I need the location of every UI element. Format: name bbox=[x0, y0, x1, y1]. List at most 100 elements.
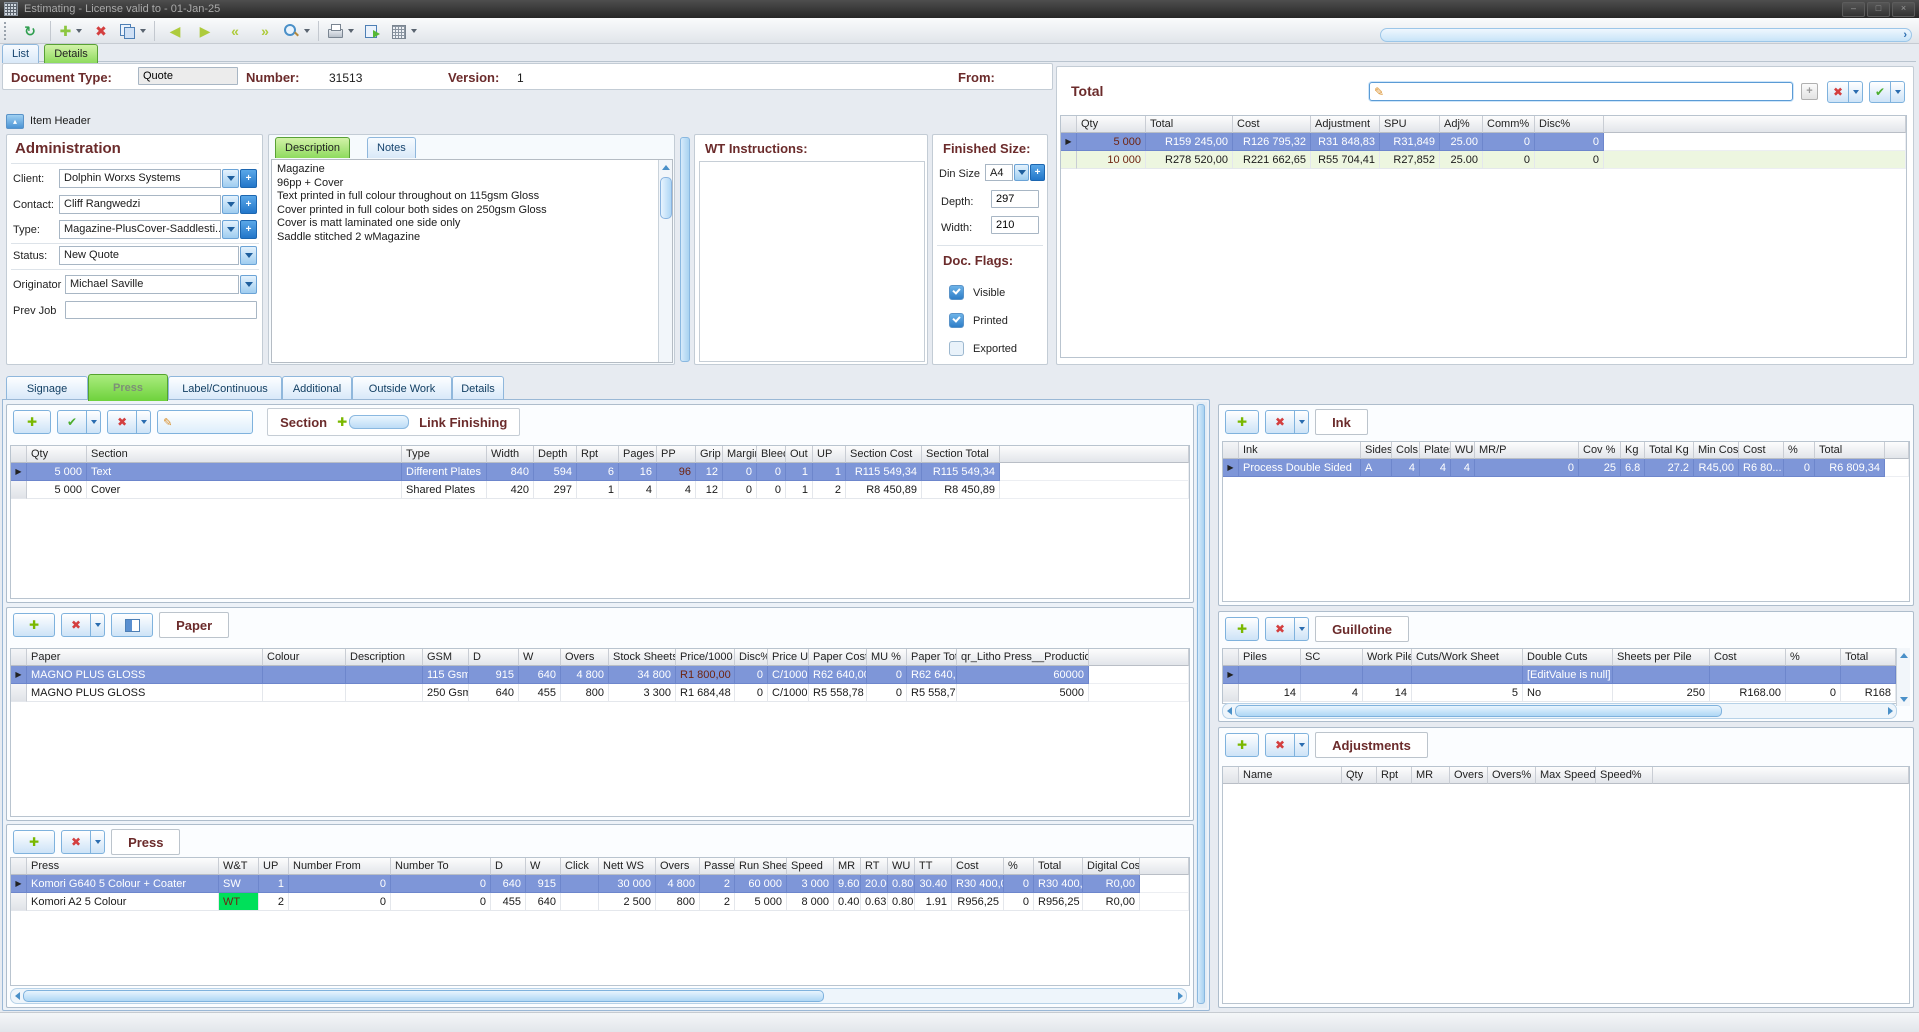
grid-cell[interactable]: 30 000 bbox=[599, 875, 656, 893]
grid-cell[interactable]: 12 bbox=[696, 481, 723, 499]
column-header[interactable]: Min Cost bbox=[1694, 442, 1739, 459]
grid-cell[interactable]: 0 bbox=[289, 893, 391, 911]
document-type-input[interactable] bbox=[138, 67, 238, 85]
grid-cell[interactable]: 1 bbox=[259, 875, 289, 893]
grid-cell[interactable]: 0 bbox=[1535, 151, 1604, 169]
grid-cell[interactable]: 14 bbox=[1363, 684, 1412, 702]
add-paper-button[interactable]: ✚ bbox=[13, 613, 55, 637]
maximize-button[interactable]: □ bbox=[1867, 2, 1890, 17]
column-header[interactable]: Section Cost bbox=[846, 446, 922, 463]
column-header[interactable]: Paper bbox=[27, 649, 263, 666]
column-header[interactable]: Cuts/Work Sheet bbox=[1412, 649, 1523, 666]
grid-cell[interactable] bbox=[1412, 666, 1523, 684]
print-icon[interactable] bbox=[325, 20, 356, 42]
grid-cell[interactable]: 0 bbox=[1535, 133, 1604, 151]
chevron-down-icon[interactable] bbox=[222, 169, 239, 188]
grid-cell[interactable]: R8 450,89 bbox=[922, 481, 1000, 499]
grid-cell[interactable] bbox=[1841, 666, 1896, 684]
search-icon[interactable] bbox=[281, 20, 312, 42]
column-header[interactable]: TT bbox=[915, 858, 952, 875]
column-header[interactable]: % bbox=[1004, 858, 1034, 875]
link-finishing-control[interactable]: ✚ bbox=[337, 415, 409, 429]
table-row[interactable]: ▶Komori G640 5 Colour + CoaterSW10064091… bbox=[11, 875, 1189, 893]
grid-cell[interactable]: R27,852 bbox=[1380, 151, 1440, 169]
column-header[interactable]: Cost bbox=[1710, 649, 1786, 666]
client-combo[interactable]: Dolphin Worxs Systems + bbox=[59, 169, 257, 188]
collapse-item-header-button[interactable]: ▴ bbox=[6, 114, 24, 129]
grid-cell[interactable]: 455 bbox=[519, 684, 561, 702]
add-din-size-button[interactable]: + bbox=[1030, 164, 1045, 181]
column-header[interactable]: Overs bbox=[656, 858, 700, 875]
column-header[interactable]: GSM bbox=[423, 649, 469, 666]
grid-cell[interactable]: 0 bbox=[757, 481, 786, 499]
delete-paper-button[interactable]: ✖ bbox=[61, 613, 105, 637]
grid-cell[interactable]: [EditValue is null] bbox=[1523, 666, 1613, 684]
grid-cell[interactable]: 25 bbox=[1579, 459, 1621, 477]
vertical-splitter[interactable] bbox=[680, 137, 690, 362]
grid-cell[interactable]: C/1000 bbox=[768, 666, 809, 684]
wt-instructions-textarea[interactable] bbox=[699, 161, 925, 362]
grid-cell[interactable]: 12 bbox=[696, 463, 723, 481]
scroll-down-icon[interactable] bbox=[1897, 692, 1910, 706]
chevron-down-icon[interactable] bbox=[222, 195, 239, 214]
row-indicator[interactable] bbox=[11, 481, 27, 499]
grid-cell[interactable]: R62 640,00 bbox=[809, 666, 867, 684]
grid-cell[interactable]: Komori A2 5 Colour bbox=[27, 893, 219, 911]
contact-value[interactable]: Cliff Rangwedzi bbox=[59, 195, 221, 214]
column-header[interactable]: MR bbox=[834, 858, 861, 875]
delete-press-button[interactable]: ✖ bbox=[61, 830, 105, 854]
row-indicator[interactable]: ▶ bbox=[1223, 459, 1239, 477]
originator-combo[interactable]: Michael Saville bbox=[65, 275, 257, 294]
grid-cell[interactable]: 60000 bbox=[957, 666, 1089, 684]
column-header[interactable]: Pages bbox=[619, 446, 657, 463]
grid-cell[interactable] bbox=[346, 684, 423, 702]
add-press-button[interactable]: ✚ bbox=[13, 830, 55, 854]
grid-cell[interactable]: 16 bbox=[619, 463, 657, 481]
column-header[interactable]: WU bbox=[888, 858, 915, 875]
din-size-value[interactable]: A4 bbox=[985, 164, 1013, 181]
grid-cell[interactable]: Komori G640 5 Colour + Coater bbox=[27, 875, 219, 893]
row-indicator[interactable] bbox=[11, 684, 27, 702]
table-row[interactable]: 5 000CoverShared Plates420297144120012R8… bbox=[11, 481, 1189, 499]
total-filter-input[interactable]: ✎ bbox=[1369, 82, 1793, 101]
grid-cell[interactable]: 4 800 bbox=[656, 875, 700, 893]
grid-cell[interactable] bbox=[263, 684, 346, 702]
add-section-button[interactable]: ✚ bbox=[13, 410, 51, 434]
grid-cell[interactable]: 3 300 bbox=[609, 684, 676, 702]
row-indicator[interactable] bbox=[1061, 151, 1077, 169]
grid-cell[interactable]: R5 558,78 bbox=[907, 684, 957, 702]
column-header[interactable]: WU bbox=[1451, 442, 1475, 459]
table-row[interactable]: MAGNO PLUS GLOSS250 Gsm6404558003 300R1 … bbox=[11, 684, 1189, 702]
column-header[interactable]: Plates bbox=[1420, 442, 1451, 459]
grid-cell[interactable]: R30 400,00 bbox=[952, 875, 1004, 893]
column-header[interactable]: Grip bbox=[696, 446, 723, 463]
column-header[interactable]: Speed bbox=[787, 858, 834, 875]
status-value[interactable]: New Quote bbox=[59, 246, 239, 265]
grid-cell[interactable] bbox=[1239, 666, 1301, 684]
grid-cell[interactable]: 0 bbox=[723, 481, 757, 499]
column-header[interactable]: Press bbox=[27, 858, 219, 875]
grid-cell[interactable]: MAGNO PLUS GLOSS bbox=[27, 684, 263, 702]
grid-cell[interactable]: 250 bbox=[1613, 684, 1710, 702]
row-indicator[interactable]: ▶ bbox=[11, 463, 27, 481]
column-header[interactable]: Qty bbox=[1342, 767, 1377, 784]
grid-cell[interactable]: R956,25 bbox=[952, 893, 1004, 911]
add-ink-button[interactable]: ✚ bbox=[1225, 410, 1259, 434]
tab-details[interactable]: Details bbox=[44, 44, 98, 63]
din-size-combo[interactable]: A4 + bbox=[985, 164, 1045, 181]
grid-cell[interactable]: 420 bbox=[487, 481, 534, 499]
scroll-left-icon[interactable] bbox=[11, 992, 23, 1000]
grid-cell[interactable]: R5 558,78 bbox=[809, 684, 867, 702]
tab-description[interactable]: Description bbox=[275, 137, 350, 158]
grid-cell[interactable]: 0.80 bbox=[888, 893, 915, 911]
grid-cell[interactable]: MAGNO PLUS GLOSS bbox=[27, 666, 263, 684]
width-input[interactable] bbox=[991, 216, 1039, 234]
grid-cell[interactable]: R55 704,41 bbox=[1311, 151, 1380, 169]
grid-cell[interactable]: 4 bbox=[619, 481, 657, 499]
grid-cell[interactable]: 0 bbox=[723, 463, 757, 481]
accept-total-button[interactable]: ✔ bbox=[1869, 81, 1905, 103]
row-indicator[interactable]: ▶ bbox=[11, 666, 27, 684]
guillotine-horizontal-scrollbar[interactable] bbox=[1222, 703, 1897, 719]
grid-cell[interactable]: 25.00 bbox=[1440, 151, 1483, 169]
grid-cell[interactable]: R1 684,48 bbox=[676, 684, 735, 702]
